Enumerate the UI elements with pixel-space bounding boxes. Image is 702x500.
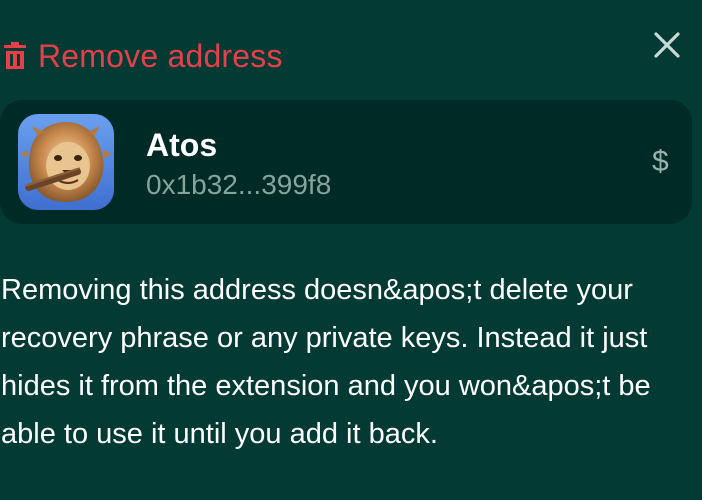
dialog-title: Remove address xyxy=(38,38,283,74)
lion-avatar xyxy=(18,114,114,210)
currency-symbol: $ xyxy=(652,145,669,178)
remove-address-dialog: Remove address Atos 0x1b32...399f8 $ Rem… xyxy=(0,0,702,500)
close-icon[interactable] xyxy=(651,29,683,61)
account-name: Atos xyxy=(146,127,218,163)
account-address: 0x1b32...399f8 xyxy=(146,169,332,200)
account-card: Atos 0x1b32...399f8 $ xyxy=(0,100,692,224)
warning-message: Removing this address doesn&apos;t delet… xyxy=(1,274,651,450)
trash-icon xyxy=(4,42,26,69)
dialog-header: Remove address xyxy=(4,36,283,76)
